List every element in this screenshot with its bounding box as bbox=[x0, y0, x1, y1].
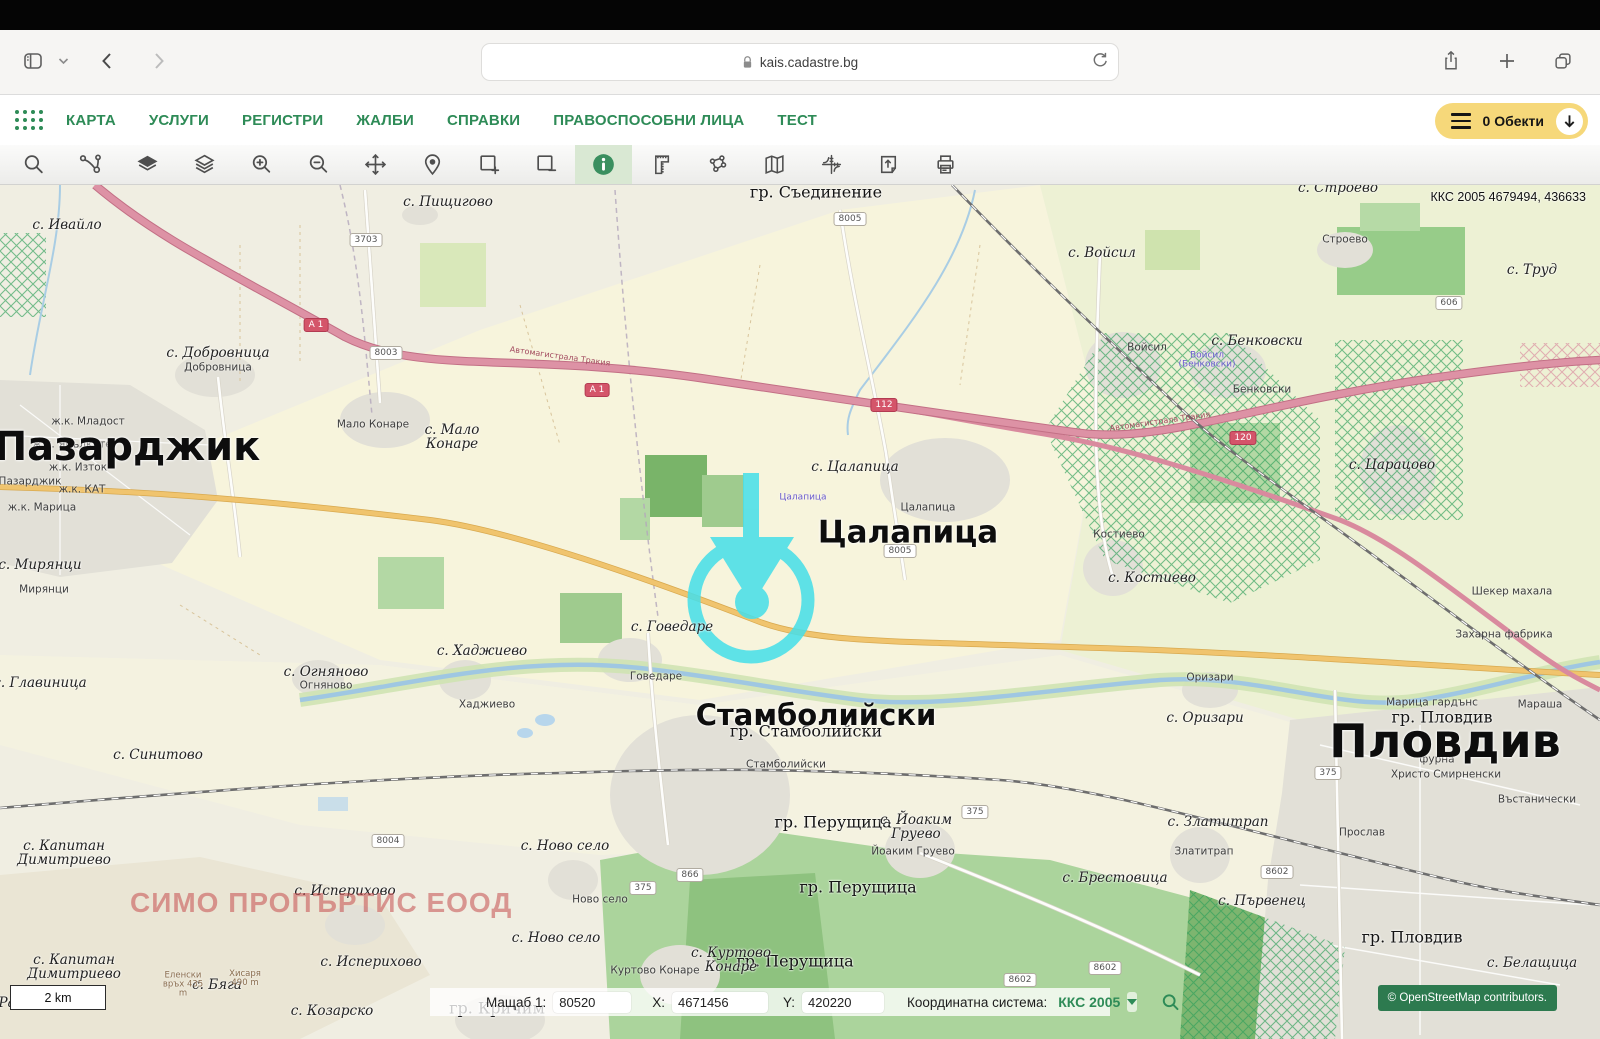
search-icon bbox=[21, 152, 46, 177]
export-icon bbox=[876, 152, 901, 177]
location-pin-icon bbox=[420, 152, 445, 177]
map-fold-icon bbox=[762, 152, 787, 177]
map-toolbar bbox=[0, 145, 1600, 185]
plus-icon bbox=[1497, 51, 1517, 71]
y-coordinate-input[interactable] bbox=[802, 992, 884, 1013]
url-bar[interactable]: kais.cadastre.bg bbox=[481, 43, 1119, 81]
window-titlebar bbox=[0, 0, 1600, 30]
nav-item-test[interactable]: ТЕСТ bbox=[777, 112, 817, 129]
tabs-icon bbox=[1552, 50, 1574, 72]
sidebar-toggle-button[interactable] bbox=[18, 46, 48, 76]
map-fold-tool-button[interactable] bbox=[746, 145, 803, 184]
arrow-down-icon bbox=[1562, 113, 1577, 129]
zoom-out-icon bbox=[306, 152, 331, 177]
app-window: kais.cadastre.bg КАРТА УСЛУГИ РЕГИСТРИ Ж… bbox=[0, 0, 1600, 1039]
select-add-icon bbox=[477, 152, 502, 177]
crs-select[interactable]: ККС 2005 bbox=[1058, 994, 1120, 1010]
info-icon bbox=[590, 151, 617, 178]
measure-tool-button[interactable] bbox=[632, 145, 689, 184]
osm-attribution-link[interactable]: © OpenStreetMap contributors. bbox=[1378, 985, 1557, 1011]
main-nav: КАРТА УСЛУГИ РЕГИСТРИ ЖАЛБИ СПРАВКИ ПРАВ… bbox=[0, 95, 1600, 145]
reload-icon bbox=[1091, 50, 1108, 69]
zoom-in-tool-button[interactable] bbox=[233, 145, 290, 184]
layers-filled-icon bbox=[135, 152, 160, 177]
chevron-left-icon bbox=[97, 50, 117, 72]
scale-bar: 2 km bbox=[10, 985, 106, 1010]
collapse-panel-button[interactable] bbox=[1556, 108, 1583, 135]
crs-label: Координатна система: bbox=[907, 995, 1047, 1010]
polygon-select-icon bbox=[705, 152, 730, 177]
zoom-out-tool-button[interactable] bbox=[290, 145, 347, 184]
select-subtract-icon bbox=[534, 152, 559, 177]
reload-button[interactable] bbox=[1091, 50, 1108, 72]
scale-label: Мащаб 1: bbox=[486, 995, 546, 1010]
back-button[interactable] bbox=[92, 46, 122, 76]
nav-item-spravki[interactable]: СПРАВКИ bbox=[447, 112, 520, 129]
y-label: Y: bbox=[783, 995, 795, 1010]
pan-tool-button[interactable] bbox=[347, 145, 404, 184]
select-add-tool-button[interactable] bbox=[461, 145, 518, 184]
share-button[interactable] bbox=[1436, 46, 1466, 76]
sidebar-icon bbox=[21, 49, 45, 73]
forward-button[interactable] bbox=[144, 46, 174, 76]
pan-icon bbox=[363, 152, 388, 177]
layers-filled-tool-button[interactable] bbox=[119, 145, 176, 184]
coordinate-axes-icon bbox=[819, 152, 844, 177]
nav-item-karta[interactable]: КАРТА bbox=[66, 112, 116, 129]
objects-button[interactable]: 0 Обекти bbox=[1435, 103, 1588, 139]
chevron-down-icon bbox=[58, 57, 69, 65]
cursor-coordinates-readout: ККС 2005 4679494, 436633 bbox=[1430, 190, 1586, 204]
map-canvas[interactable]: ПазарджикЦалапицаСтамболийскиПловдивгр. … bbox=[0, 185, 1600, 1039]
watermark: СИМО ПРОПЪРТИС ЕООД bbox=[130, 887, 512, 919]
lock-icon bbox=[742, 55, 753, 69]
layers-tool-button[interactable] bbox=[176, 145, 233, 184]
zoom-in-icon bbox=[249, 152, 274, 177]
print-icon bbox=[933, 152, 958, 177]
coordinate-axes-tool-button[interactable] bbox=[803, 145, 860, 184]
search-icon bbox=[1160, 992, 1181, 1013]
caret-down-icon bbox=[1127, 999, 1137, 1005]
crs-dropdown-button[interactable] bbox=[1127, 992, 1137, 1012]
nav-item-zhalbi[interactable]: ЖАЛБИ bbox=[356, 112, 414, 129]
nav-item-registri[interactable]: РЕГИСТРИ bbox=[242, 112, 323, 129]
tab-overview-button[interactable] bbox=[1548, 46, 1578, 76]
nav-item-uslugi[interactable]: УСЛУГИ bbox=[149, 112, 209, 129]
nav-item-pravosposobni-litsa[interactable]: ПРАВОСПОСОБНИ ЛИЦА bbox=[553, 112, 744, 129]
objects-count-label: 0 Обекти bbox=[1483, 113, 1544, 129]
route-tool-button[interactable] bbox=[62, 145, 119, 184]
chevron-right-icon bbox=[149, 50, 169, 72]
search-tool-button[interactable] bbox=[5, 145, 62, 184]
x-coordinate-input[interactable] bbox=[672, 992, 768, 1013]
browser-chrome: kais.cadastre.bg bbox=[0, 30, 1600, 95]
apps-grid-icon[interactable] bbox=[15, 110, 44, 131]
menu-icon bbox=[1451, 113, 1471, 129]
info-tool-button[interactable] bbox=[575, 145, 632, 184]
scale-input[interactable] bbox=[553, 992, 631, 1013]
url-text: kais.cadastre.bg bbox=[760, 55, 858, 70]
map-statusbar: Мащаб 1: X: Y: Координатна система: ККС … bbox=[430, 988, 1110, 1016]
coordinates-search-button[interactable] bbox=[1160, 992, 1181, 1013]
export-tool-button[interactable] bbox=[860, 145, 917, 184]
print-tool-button[interactable] bbox=[917, 145, 974, 184]
sidebar-menu-chevron[interactable] bbox=[56, 46, 70, 76]
route-icon bbox=[78, 152, 103, 177]
new-tab-button[interactable] bbox=[1492, 46, 1522, 76]
polygon-select-tool-button[interactable] bbox=[689, 145, 746, 184]
select-subtract-tool-button[interactable] bbox=[518, 145, 575, 184]
x-label: X: bbox=[652, 995, 665, 1010]
share-icon bbox=[1440, 49, 1462, 73]
measure-icon bbox=[648, 152, 673, 177]
location-pin-tool-button[interactable] bbox=[404, 145, 461, 184]
layers-icon bbox=[192, 152, 217, 177]
